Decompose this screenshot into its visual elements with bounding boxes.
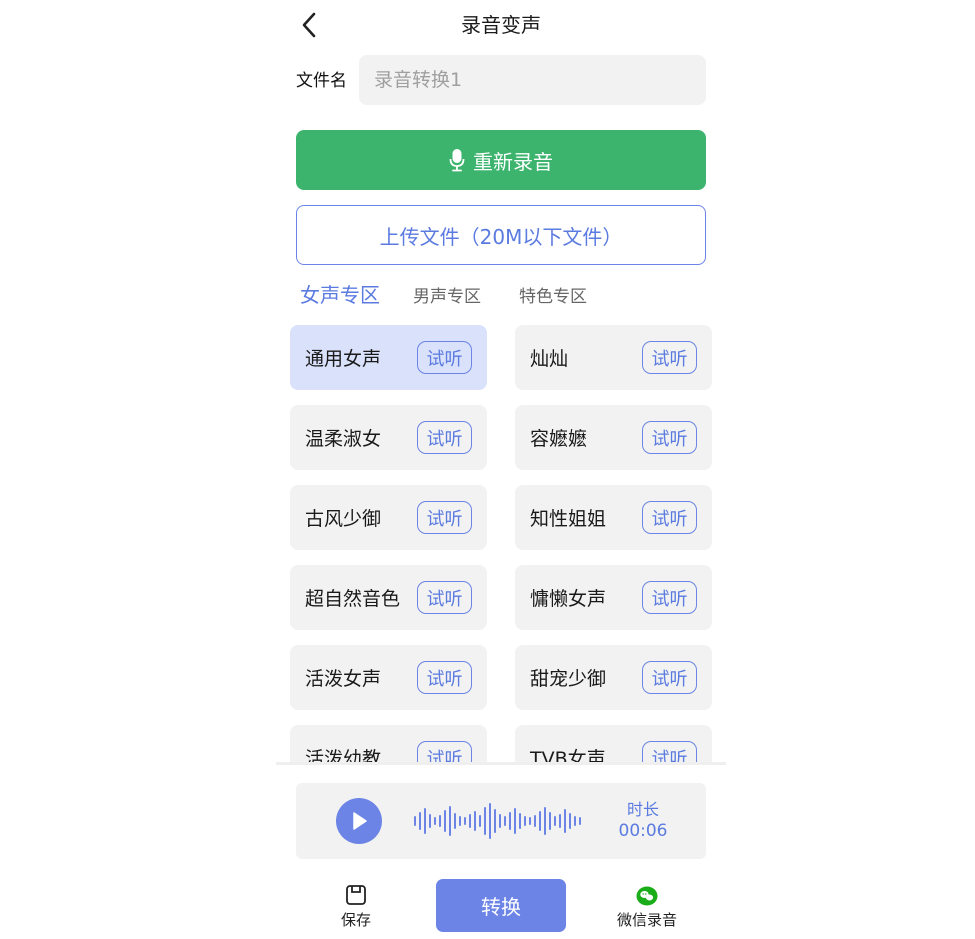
voice-name: TVB女声 — [530, 748, 606, 762]
voice-card[interactable]: 甜宠少御 试听 — [515, 645, 712, 710]
waveform — [414, 799, 589, 843]
wechat-label: 微信录音 — [616, 911, 677, 929]
tab-special-voices[interactable]: 特色专区 — [519, 284, 587, 310]
audio-player: 时长 00:06 — [296, 783, 706, 859]
voice-name: 通用女声 — [305, 348, 382, 370]
voice-card[interactable]: 灿灿 试听 — [515, 325, 712, 390]
try-listen-button[interactable]: 试听 — [417, 421, 472, 454]
filename-label: 文件名 — [296, 71, 347, 91]
section-divider — [276, 762, 726, 765]
waveform-bar — [524, 816, 526, 826]
voice-card[interactable]: 活泼幼教 试听 — [290, 725, 487, 762]
upload-file-button[interactable]: 上传文件（20M以下文件） — [296, 205, 706, 265]
waveform-bar — [494, 809, 496, 833]
try-listen-button[interactable]: 试听 — [642, 421, 697, 454]
filename-input[interactable] — [359, 55, 706, 105]
waveform-bar — [564, 809, 566, 833]
play-button[interactable] — [336, 798, 382, 844]
waveform-bar — [539, 811, 541, 831]
waveform-bar — [464, 817, 466, 825]
waveform-bar — [569, 813, 571, 829]
waveform-bar — [519, 813, 521, 829]
try-listen-button[interactable]: 试听 — [417, 501, 472, 534]
voice-card[interactable]: 容嬷嬷 试听 — [515, 405, 712, 470]
tab-female-voices[interactable]: 女声专区 — [300, 282, 380, 308]
save-icon — [346, 885, 366, 905]
try-listen-button[interactable]: 试听 — [642, 341, 697, 374]
duration-value: 00:06 — [618, 821, 668, 841]
waveform-bar — [444, 810, 446, 832]
voice-name: 容嬷嬷 — [530, 428, 588, 450]
waveform-bar — [549, 812, 551, 830]
waveform-bar — [579, 817, 581, 825]
page-title: 录音变声 — [461, 13, 541, 37]
waveform-bar — [489, 803, 491, 839]
try-listen-button[interactable]: 试听 — [417, 741, 472, 762]
waveform-bar — [534, 815, 536, 827]
waveform-bar — [434, 817, 436, 825]
convert-button[interactable]: 转换 — [436, 879, 566, 932]
waveform-bar — [499, 814, 501, 828]
voice-list[interactable]: 通用女声 试听 灿灿 试听 温柔淑女 试听 容嬷嬷 试听 古风少御 试听 知性姐… — [276, 325, 726, 762]
voice-card[interactable]: TVB女声 试听 — [515, 725, 712, 762]
voice-name: 活泼女声 — [305, 668, 382, 690]
waveform-bar — [484, 807, 486, 835]
waveform-bar — [474, 811, 476, 831]
voice-name: 古风少御 — [305, 508, 382, 530]
voice-name: 超自然音色 — [305, 588, 401, 610]
rerecord-label: 重新录音 — [473, 149, 553, 174]
try-listen-button[interactable]: 试听 — [642, 741, 697, 762]
tab-male-voices[interactable]: 男声专区 — [413, 284, 481, 310]
waveform-bar — [449, 806, 451, 836]
voice-name: 甜宠少御 — [530, 668, 607, 690]
try-listen-button[interactable]: 试听 — [642, 501, 697, 534]
try-listen-button[interactable]: 试听 — [417, 581, 472, 614]
waveform-bar — [504, 816, 506, 826]
waveform-bar — [529, 817, 531, 825]
waveform-bar — [439, 815, 441, 827]
voice-category-tabs: 女声专区 男声专区 特色专区 — [300, 282, 625, 310]
voice-name: 知性姐姐 — [530, 508, 607, 530]
waveform-bar — [419, 812, 421, 830]
voice-name: 灿灿 — [530, 348, 569, 370]
waveform-bar — [479, 815, 481, 827]
save-label: 保存 — [340, 911, 371, 929]
voice-name: 活泼幼教 — [305, 748, 382, 762]
waveform-bar — [459, 816, 461, 826]
waveform-bar — [469, 814, 471, 828]
waveform-bar — [554, 816, 556, 826]
try-listen-button[interactable]: 试听 — [642, 661, 697, 694]
voice-card[interactable]: 温柔淑女 试听 — [290, 405, 487, 470]
duration-display: 时长 00:06 — [614, 800, 672, 842]
waveform-bar — [454, 813, 456, 829]
waveform-bar — [544, 807, 546, 835]
microphone-icon — [449, 149, 465, 172]
voice-card[interactable]: 超自然音色 试听 — [290, 565, 487, 630]
waveform-bar — [509, 812, 511, 830]
waveform-bar — [414, 816, 416, 826]
waveform-bar — [429, 814, 431, 828]
play-icon — [353, 812, 367, 830]
upload-label: 上传文件（20M以下文件） — [379, 224, 623, 249]
try-listen-button[interactable]: 试听 — [417, 661, 472, 694]
voice-card[interactable]: 古风少御 试听 — [290, 485, 487, 550]
try-listen-button[interactable]: 试听 — [417, 341, 472, 374]
wechat-icon — [636, 886, 658, 906]
try-listen-button[interactable]: 试听 — [642, 581, 697, 614]
waveform-bar — [574, 816, 576, 826]
save-button[interactable]: 保存 — [334, 884, 378, 930]
duration-label: 时长 — [626, 800, 659, 819]
voice-card[interactable]: 活泼女声 试听 — [290, 645, 487, 710]
waveform-bar — [559, 814, 561, 828]
app-screen: 录音变声 文件名 重新录音 上传文件（20M以下文件） 女声专区 男声专区 特色… — [276, 0, 726, 939]
voice-card[interactable]: 知性姐姐 试听 — [515, 485, 712, 550]
voice-card[interactable]: 通用女声 试听 — [290, 325, 487, 390]
wechat-record-button[interactable]: 微信录音 — [612, 886, 682, 930]
voice-name: 温柔淑女 — [305, 428, 382, 450]
waveform-bar — [424, 808, 426, 834]
voice-card[interactable]: 慵懒女声 试听 — [515, 565, 712, 630]
waveform-bar — [514, 808, 516, 834]
rerecord-button[interactable]: 重新录音 — [296, 130, 706, 190]
voice-name: 慵懒女声 — [530, 588, 607, 610]
